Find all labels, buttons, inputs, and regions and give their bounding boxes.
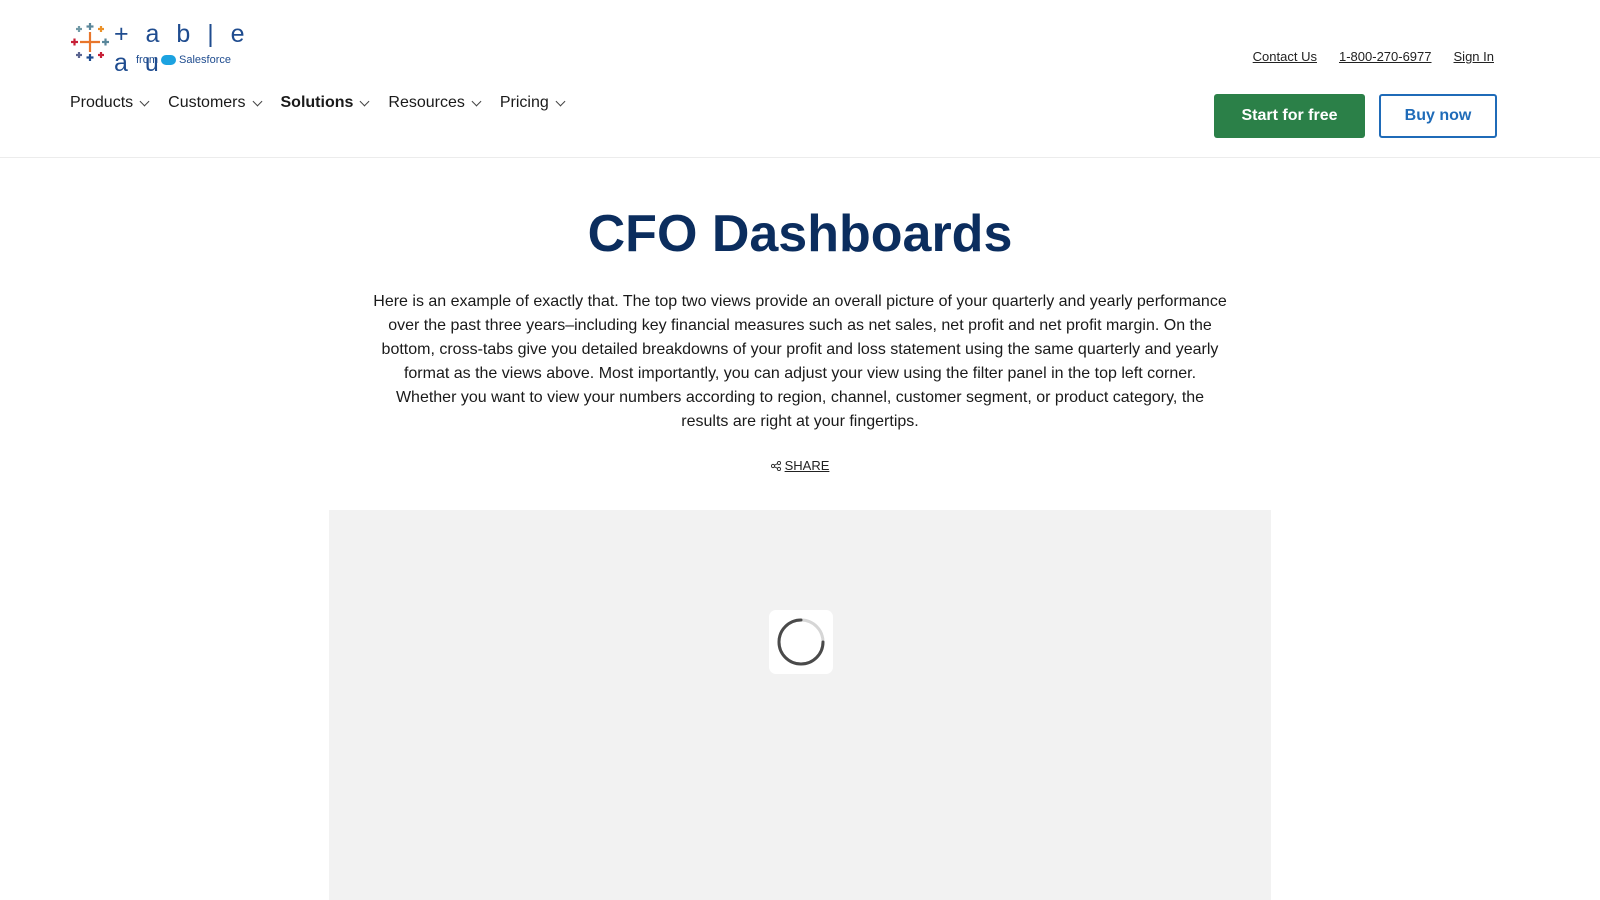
- nav-item-products[interactable]: Products: [70, 94, 150, 112]
- nav-item-label: Customers: [168, 94, 246, 111]
- nav-item-pricing[interactable]: Pricing: [499, 94, 566, 112]
- start-for-free-button[interactable]: Start for free: [1214, 94, 1365, 138]
- chevron-down-icon: [252, 96, 262, 106]
- logo-sub-from: from: [136, 54, 158, 66]
- sign-in-link[interactable]: Sign In: [1454, 49, 1494, 64]
- loading-spinner-icon: [777, 618, 825, 666]
- nav-item-label: Products: [70, 94, 134, 111]
- share-link[interactable]: SHARE: [785, 458, 830, 473]
- phone-link[interactable]: 1-800-270-6977: [1339, 49, 1432, 64]
- nav-item-solutions[interactable]: Solutions: [280, 94, 370, 112]
- utility-nav: Contact Us 1-800-270-6977 Sign In: [1253, 49, 1494, 64]
- chevron-down-icon: [555, 96, 566, 106]
- logo-sub-company: Salesforce: [179, 54, 231, 66]
- cta-group: Start for free Buy now: [1214, 94, 1497, 138]
- tableau-logo[interactable]: + a b | e a u from Salesforce: [70, 20, 250, 77]
- contact-us-link[interactable]: Contact Us: [1253, 49, 1317, 64]
- site-header: + a b | e a u from Salesforce Contact Us…: [0, 0, 1600, 158]
- loading-indicator: [769, 610, 833, 674]
- nav-item-label: Solutions: [280, 94, 354, 111]
- main-nav: Products Customers Solutions Resources P…: [70, 94, 566, 112]
- chevron-down-icon: [359, 96, 370, 106]
- share-row: SHARE: [0, 458, 1600, 473]
- chevron-down-icon: [471, 96, 482, 106]
- tableau-plus-mark-icon: [71, 23, 109, 61]
- salesforce-cloud-icon: [161, 55, 176, 65]
- page-description: Here is an example of exactly that. The …: [373, 293, 1227, 430]
- logo-subline: from Salesforce: [136, 54, 231, 66]
- buy-now-button[interactable]: Buy now: [1379, 94, 1497, 138]
- nav-item-customers[interactable]: Customers: [168, 94, 262, 112]
- share-icon[interactable]: [770, 460, 781, 471]
- dashboard-embed-frame[interactable]: [329, 510, 1271, 900]
- logo-wordmark: + a b | e a u: [114, 20, 250, 77]
- chevron-down-icon: [139, 96, 150, 106]
- nav-item-label: Pricing: [499, 94, 549, 111]
- nav-item-label: Resources: [388, 94, 465, 111]
- nav-item-resources[interactable]: Resources: [388, 94, 482, 112]
- page-title: CFO Dashboards: [587, 205, 1013, 263]
